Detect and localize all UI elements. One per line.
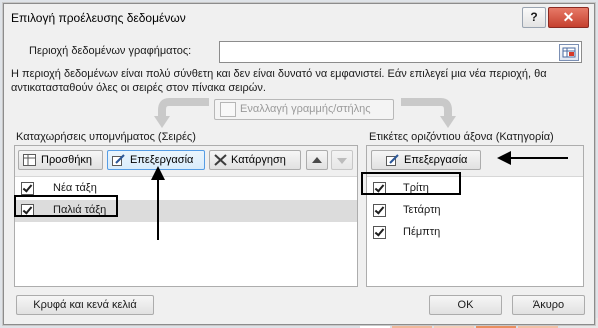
cancel-button[interactable]: Άκυρο (512, 295, 585, 315)
category-item[interactable]: Πέμπτη (367, 222, 583, 244)
move-up-button[interactable] (306, 150, 328, 170)
annotation-up-arrow-icon (151, 166, 165, 240)
right-curved-arrow-icon (401, 98, 456, 128)
series-checkbox[interactable] (21, 182, 34, 195)
dialog-title: Επιλογή προέλευσης δεδομένων (11, 11, 186, 25)
hidden-empty-cells-button[interactable]: Κρυφά και κενά κελιά (16, 295, 154, 315)
category-item[interactable]: Τετάρτη (367, 200, 583, 222)
hidden-empty-cells-label: Κρυφά και κενά κελιά (33, 299, 137, 311)
ok-button[interactable]: ΟΚ (429, 295, 502, 315)
highlight-box-category-item (361, 172, 461, 195)
collapse-dialog-button[interactable] (559, 44, 579, 61)
category-item-label: Τετάρτη (403, 204, 441, 216)
edit-series-label: Επεξεργασία (130, 154, 194, 166)
categories-panel: Επεξεργασία Τρίτη Τετάρτη Πέμπτη (366, 145, 584, 287)
remove-series-label: Κατάργηση (231, 154, 286, 166)
categories-heading: Ετικέτες οριζόντιου άξονα (Κατηγορία) (369, 131, 554, 143)
message-line-2: αντικατασταθούν όλες οι σειρές στον πίνα… (11, 82, 266, 94)
chart-data-range-label: Περιοχή δεδομένων γραφήματος: (29, 45, 192, 57)
annotation-left-arrow-icon (497, 151, 568, 165)
series-heading: Καταχωρήσεις υπομνήματος (Σειρές) (16, 131, 196, 143)
range-select-icon (562, 47, 576, 58)
add-table-icon (23, 154, 36, 166)
help-button[interactable]: ? (522, 7, 546, 28)
add-series-label: Προσθήκη (41, 154, 92, 166)
close-icon: ✕ (562, 9, 575, 25)
category-checkbox[interactable] (373, 226, 386, 239)
category-checkbox[interactable] (373, 204, 386, 217)
highlight-box-series-item (14, 195, 118, 217)
edit-icon (386, 154, 399, 166)
left-curved-arrow-icon (154, 98, 209, 128)
edit-categories-label: Επεξεργασία (404, 154, 468, 166)
switch-row-column-icon (220, 102, 236, 117)
ok-label: ΟΚ (457, 299, 474, 311)
help-icon: ? (530, 10, 538, 24)
category-item-label: Πέμπτη (403, 226, 441, 238)
remove-series-button[interactable]: Κατάργηση (209, 150, 301, 170)
switch-row-column-button[interactable]: Εναλλαγή γραμμής/στήλης (214, 99, 394, 120)
add-series-button[interactable]: Προσθήκη (18, 150, 103, 170)
title-bar: Επιλογή προέλευσης δεδομένων ? ✕ (4, 4, 594, 32)
remove-x-icon (214, 154, 227, 166)
arrow-up-icon (312, 157, 322, 163)
close-button[interactable]: ✕ (548, 7, 589, 28)
edit-icon (112, 154, 125, 166)
move-down-button[interactable] (331, 150, 353, 170)
cancel-label: Άκυρο (532, 299, 565, 311)
edit-categories-button[interactable]: Επεξεργασία (371, 150, 481, 170)
switch-row-column-label: Εναλλαγή γραμμής/στήλης (240, 103, 371, 115)
series-item-label: Νέα τάξη (53, 182, 97, 194)
arrow-down-icon (337, 158, 347, 164)
chart-data-range-input[interactable] (219, 41, 582, 63)
message-line-1: Η περιοχή δεδομένων είναι πολύ σύνθετη κ… (11, 68, 547, 80)
series-toolbar: Προσθήκη Επεξεργασία Κατάργηση (15, 146, 357, 177)
